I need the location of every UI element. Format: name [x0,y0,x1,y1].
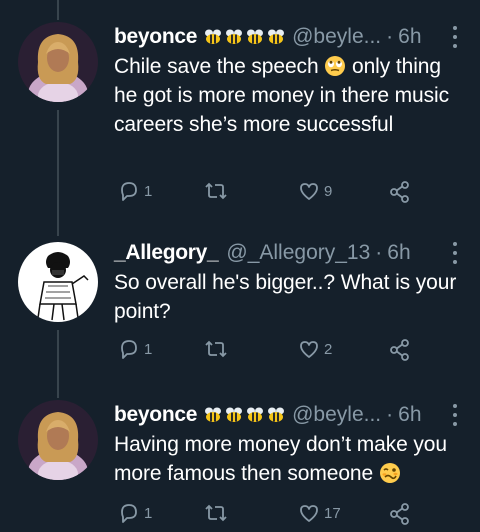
avatar[interactable] [18,400,98,480]
bee-icon [268,407,285,422]
bee-icon [226,29,243,44]
share-icon [390,503,409,525]
reply-icon [121,504,137,523]
reply-icon [121,182,137,201]
retweet-button[interactable] [204,338,232,360]
share-icon [390,181,409,203]
woozy-face-icon [379,463,400,483]
bee-icon [205,29,222,44]
retweet-button[interactable] [204,180,232,202]
avatar[interactable] [18,22,98,102]
tweet-text-part: Having more money don’t make you more fa… [114,433,453,485]
like-count: 2 [324,340,333,358]
tweet-text: Having more money don’t make you more fa… [114,430,464,488]
reply-count: 1 [144,182,153,200]
like-button[interactable]: 9 [298,180,332,202]
retweet-button[interactable] [204,502,232,524]
retweet-icon [205,340,227,358]
tweet-header: beyonce @beyle... · 6h [114,400,480,430]
share-button[interactable] [388,502,412,526]
like-button[interactable]: 17 [298,502,341,524]
more-options-icon[interactable] [448,26,462,48]
more-options-icon[interactable] [448,404,462,426]
share-button[interactable] [388,338,412,362]
tweet[interactable]: beyonce @beyle... · 6h Having more money… [0,400,480,525]
bee-icon [268,29,285,44]
bee-icon [247,407,264,422]
like-count: 17 [324,504,341,522]
retweet-icon [205,504,227,522]
user-handle[interactable]: @beyle... [292,400,381,430]
like-button[interactable]: 2 [298,338,332,360]
tweet-actions: 1 2 [0,338,480,368]
bee-icon [205,407,222,422]
retweet-icon [205,182,227,200]
display-name[interactable]: beyonce [114,400,197,430]
bee-emoji-badges [203,28,286,46]
timestamp[interactable]: 6h [398,400,421,430]
tweet-text-part: Chile save the speech [114,55,319,78]
reply-button[interactable]: 1 [118,502,152,524]
tweet[interactable]: _Allegory_ @_Allegory_13 · 6h So overall… [0,238,480,388]
avatar[interactable] [18,242,98,322]
tweet-actions: 1 9 [0,180,480,210]
tweet-text: So overall he's bigger..? What is your p… [114,271,462,323]
face-with-rolling-eyes-icon [325,56,346,76]
like-count: 9 [324,182,333,200]
heart-icon [300,341,318,358]
bee-emoji-badges [203,406,286,424]
share-icon [390,339,409,361]
heart-icon [300,505,318,522]
more-options-icon[interactable] [448,242,462,264]
bee-icon [247,29,264,44]
separator-dot: · [386,25,394,48]
display-name[interactable]: beyonce [114,22,197,52]
tweet[interactable]: beyonce @beyle... · 6h Chile save the sp… [0,22,480,222]
tweet-actions: 1 17 [0,502,480,532]
tweet-header: _Allegory_ @_Allegory_13 · 6h [114,238,480,268]
heart-icon [300,183,318,200]
display-name[interactable]: _Allegory_ [114,238,219,268]
thread-line [57,0,59,20]
timestamp[interactable]: 6h [387,238,410,268]
reply-button[interactable]: 1 [118,338,152,360]
user-handle[interactable]: @beyle... [292,22,381,52]
reply-icon [121,340,137,359]
user-handle[interactable]: @_Allegory_13 [226,238,370,268]
tweet-header: beyonce @beyle... · 6h [114,22,480,52]
separator-dot: · [375,241,383,264]
reply-count: 1 [144,504,153,522]
timestamp[interactable]: 6h [398,22,421,52]
reply-button[interactable]: 1 [118,180,152,202]
reply-count: 1 [144,340,153,358]
share-button[interactable] [388,180,412,204]
bee-icon [226,407,243,422]
tweet-text: Chile save the speech only thing he got … [114,52,464,139]
separator-dot: · [386,403,394,426]
